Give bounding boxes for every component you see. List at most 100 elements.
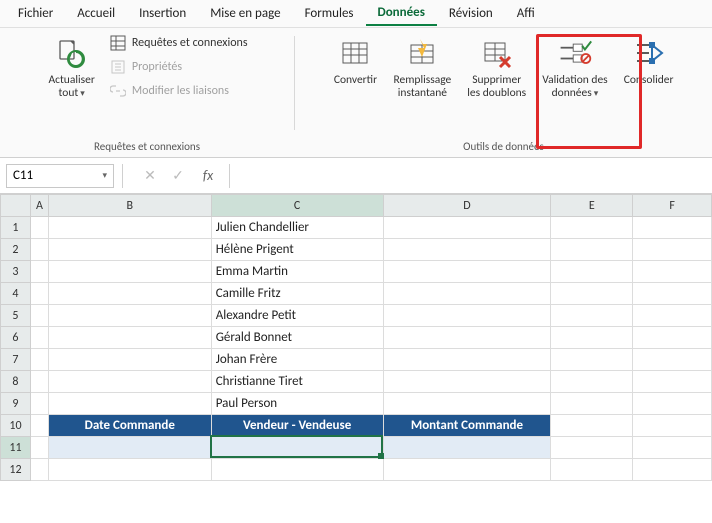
cell-E2[interactable] — [551, 239, 633, 261]
cell-A6[interactable] — [30, 327, 48, 349]
cell-C10[interactable]: Vendeur - Vendeuse — [211, 415, 383, 437]
tab-mise-en-page[interactable]: Mise en page — [198, 2, 292, 25]
row-header[interactable]: 5 — [1, 305, 31, 327]
cell-B3[interactable] — [48, 261, 211, 283]
cell-C8[interactable]: Christianne Tiret — [211, 371, 383, 393]
cell-A2[interactable] — [30, 239, 48, 261]
row-header[interactable]: 1 — [1, 217, 31, 239]
cell-E4[interactable] — [551, 283, 633, 305]
row-header[interactable]: 7 — [1, 349, 31, 371]
cell-D1[interactable] — [383, 217, 551, 239]
row-header[interactable]: 9 — [1, 393, 31, 415]
cell-D10[interactable]: Montant Commande — [383, 415, 551, 437]
cell-A7[interactable] — [30, 349, 48, 371]
tab-insertion[interactable]: Insertion — [127, 2, 198, 25]
cell-E5[interactable] — [551, 305, 633, 327]
tab-affichage-truncated[interactable]: Affi — [505, 2, 547, 25]
col-header-F[interactable]: F — [633, 195, 712, 217]
cell-A10[interactable] — [30, 415, 48, 437]
cell-E12[interactable] — [551, 459, 633, 481]
cell-F5[interactable] — [633, 305, 712, 327]
cell-D11[interactable] — [383, 437, 551, 459]
cell-F2[interactable] — [633, 239, 712, 261]
cell-E11[interactable] — [551, 437, 633, 459]
edit-links-button[interactable]: Modifier les liaisons — [105, 80, 252, 102]
cell-A5[interactable] — [30, 305, 48, 327]
row-header[interactable]: 11 — [1, 437, 31, 459]
cell-A4[interactable] — [30, 283, 48, 305]
spreadsheet-grid[interactable]: A B C D E F 1Julien Chandellier2Hélène P… — [0, 194, 712, 481]
cell-F12[interactable] — [633, 459, 712, 481]
name-box[interactable]: C11 ▾ — [6, 164, 114, 188]
cell-C7[interactable]: Johan Frère — [211, 349, 383, 371]
consolidate-button[interactable]: Consolider — [618, 32, 680, 91]
cell-A12[interactable] — [30, 459, 48, 481]
cell-C11[interactable] — [211, 437, 383, 459]
cell-E3[interactable] — [551, 261, 633, 283]
cell-A8[interactable] — [30, 371, 48, 393]
cell-A9[interactable] — [30, 393, 48, 415]
cell-F10[interactable] — [633, 415, 712, 437]
cell-D5[interactable] — [383, 305, 551, 327]
tab-formules[interactable]: Formules — [293, 2, 366, 25]
cell-C5[interactable]: Alexandre Petit — [211, 305, 383, 327]
cell-B7[interactable] — [48, 349, 211, 371]
cell-F1[interactable] — [633, 217, 712, 239]
tab-revision[interactable]: Révision — [437, 2, 505, 25]
cell-D12[interactable] — [383, 459, 551, 481]
cell-C12[interactable] — [211, 459, 383, 481]
cell-C3[interactable]: Emma Martin — [211, 261, 383, 283]
col-header-A[interactable]: A — [30, 195, 48, 217]
row-header[interactable]: 12 — [1, 459, 31, 481]
tab-fichier[interactable]: Fichier — [6, 2, 65, 25]
cell-C9[interactable]: Paul Person — [211, 393, 383, 415]
cell-F11[interactable] — [633, 437, 712, 459]
cell-D6[interactable] — [383, 327, 551, 349]
cell-B1[interactable] — [48, 217, 211, 239]
cell-C2[interactable]: Hélène Prigent — [211, 239, 383, 261]
cell-C4[interactable]: Camille Fritz — [211, 283, 383, 305]
cell-E8[interactable] — [551, 371, 633, 393]
cell-E9[interactable] — [551, 393, 633, 415]
cell-A11[interactable] — [30, 437, 48, 459]
cell-F6[interactable] — [633, 327, 712, 349]
col-header-E[interactable]: E — [551, 195, 633, 217]
cell-D4[interactable] — [383, 283, 551, 305]
cell-F4[interactable] — [633, 283, 712, 305]
cell-B8[interactable] — [48, 371, 211, 393]
cell-C1[interactable]: Julien Chandellier — [211, 217, 383, 239]
cell-E10[interactable] — [551, 415, 633, 437]
row-header[interactable]: 2 — [1, 239, 31, 261]
text-to-columns-button[interactable]: Convertir — [327, 32, 383, 91]
cell-D8[interactable] — [383, 371, 551, 393]
cell-D2[interactable] — [383, 239, 551, 261]
cell-F8[interactable] — [633, 371, 712, 393]
tab-accueil[interactable]: Accueil — [65, 2, 127, 25]
row-header[interactable]: 10 — [1, 415, 31, 437]
cell-B10[interactable]: Date Commande — [48, 415, 211, 437]
remove-duplicates-button[interactable]: Supprimer les doublons — [461, 32, 532, 104]
row-header[interactable]: 8 — [1, 371, 31, 393]
cell-B5[interactable] — [48, 305, 211, 327]
cell-F3[interactable] — [633, 261, 712, 283]
commit-formula-button[interactable]: ✓ — [165, 164, 191, 188]
tab-donnees[interactable]: Données — [366, 1, 437, 26]
row-header[interactable]: 6 — [1, 327, 31, 349]
flash-fill-button[interactable]: Remplissage instantané — [387, 32, 457, 104]
col-header-D[interactable]: D — [383, 195, 551, 217]
properties-button[interactable]: Propriétés — [105, 56, 252, 78]
cancel-formula-button[interactable]: ✕ — [137, 164, 163, 188]
row-header[interactable]: 4 — [1, 283, 31, 305]
queries-connections-button[interactable]: Requêtes et connexions — [105, 32, 252, 54]
cell-D7[interactable] — [383, 349, 551, 371]
cell-D9[interactable] — [383, 393, 551, 415]
cell-E7[interactable] — [551, 349, 633, 371]
cell-D3[interactable] — [383, 261, 551, 283]
cell-A1[interactable] — [30, 217, 48, 239]
cell-B2[interactable] — [48, 239, 211, 261]
cell-F9[interactable] — [633, 393, 712, 415]
insert-function-button[interactable]: fx — [193, 164, 219, 188]
cell-B6[interactable] — [48, 327, 211, 349]
refresh-all-button[interactable]: Actualiser tout▾ — [42, 32, 100, 104]
formula-input[interactable] — [236, 164, 712, 188]
